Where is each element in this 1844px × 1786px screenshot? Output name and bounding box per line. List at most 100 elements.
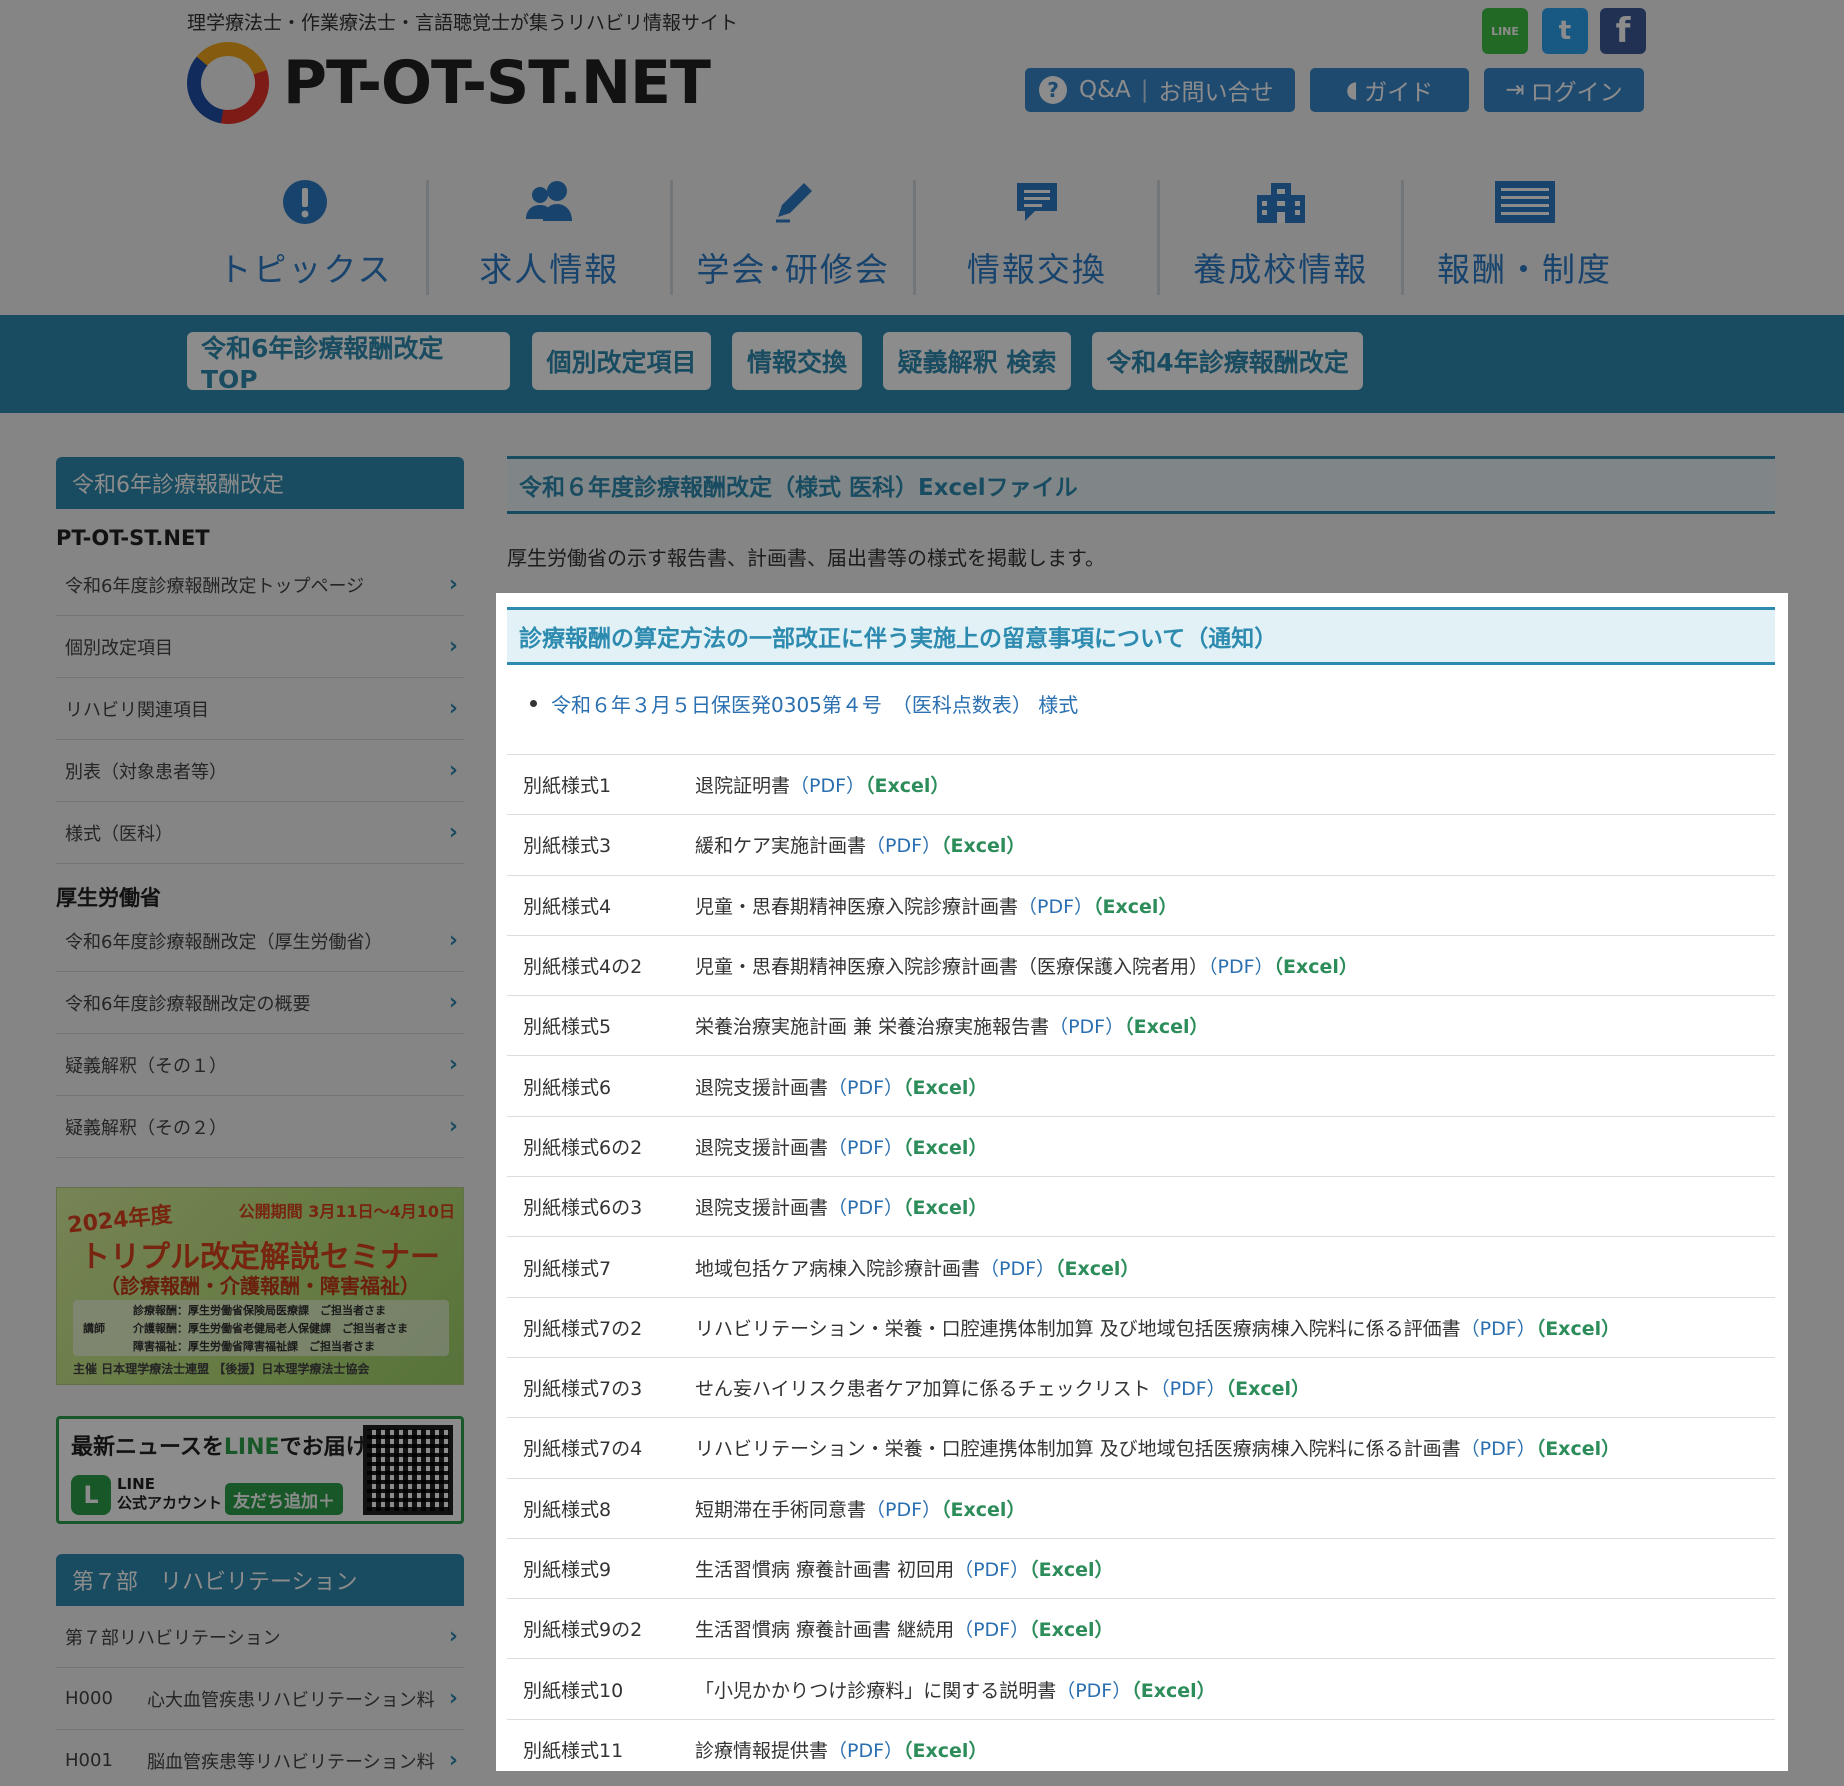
notice-link[interactable]: 令和６年３月５日保医発0305第４号 （医科点数表） 様式 bbox=[530, 689, 1078, 718]
guide-button[interactable]: ◖ ガイド bbox=[1310, 68, 1469, 112]
excel-link[interactable]: （Excel） bbox=[1536, 1318, 1620, 1340]
sidebar-link[interactable]: 令和6年度診療報酬改定トップページ › bbox=[56, 554, 464, 616]
excel-link[interactable]: （Excel） bbox=[903, 1137, 987, 1159]
guide-label: ガイド bbox=[1364, 80, 1434, 106]
subnav-individual-items[interactable]: 個別改定項目 bbox=[532, 332, 711, 390]
form-code: 別紙様式7の3 bbox=[523, 1378, 643, 1401]
pdf-link[interactable]: （PDF） bbox=[954, 1559, 1029, 1581]
pdf-link[interactable]: （PDF） bbox=[866, 835, 941, 857]
pdf-link[interactable]: （PDF） bbox=[1461, 1438, 1536, 1460]
subnav-info-exchange[interactable]: 情報交換 bbox=[732, 332, 862, 390]
pdf-link[interactable]: （PDF） bbox=[954, 1619, 1029, 1641]
line-share-icon[interactable]: LINE bbox=[1482, 8, 1528, 54]
excel-link[interactable]: （Excel） bbox=[865, 775, 949, 797]
pdf-link[interactable]: （PDF） bbox=[1208, 956, 1274, 978]
pdf-link[interactable]: （PDF） bbox=[866, 1499, 941, 1521]
table-row: 別紙様式9 生活習慣病 療養計画書 初回用（PDF）（Excel） bbox=[507, 1538, 1775, 1598]
subnav-qa-search[interactable]: 疑義解釈 検索 bbox=[883, 332, 1071, 390]
sidebar-link[interactable]: 疑義解釈（その１） › bbox=[56, 1034, 464, 1096]
pdf-link[interactable]: （PDF） bbox=[1461, 1318, 1536, 1340]
bullet-dot bbox=[530, 700, 537, 707]
form-name: せん妄ハイリスク患者ケア加算に係るチェックリスト bbox=[695, 1378, 1151, 1401]
login-button[interactable]: ⇥ ログイン bbox=[1484, 68, 1644, 112]
form-code: 別紙様式11 bbox=[523, 1740, 624, 1763]
sidebar-link[interactable]: 様式（医科） › bbox=[56, 802, 464, 864]
sidebar-section-title: 第７部 リハビリテーション bbox=[56, 1554, 464, 1606]
nav-topics[interactable]: トピックス bbox=[185, 180, 429, 295]
form-name: リハビリテーション・栄養・口腔連携体制加算 及び地域包括医療病棟入院料に係る計画… bbox=[695, 1438, 1461, 1461]
form-code: 別紙様式8 bbox=[523, 1498, 612, 1521]
table-row: 別紙様式7 地域包括ケア病棟入院診療計画書（PDF）（Excel） bbox=[507, 1236, 1775, 1297]
excel-link[interactable]: （Excel） bbox=[941, 835, 1025, 857]
excel-link[interactable]: （Excel） bbox=[1536, 1438, 1620, 1460]
subnav-r4-revision[interactable]: 令和4年診療報酬改定 bbox=[1092, 332, 1363, 390]
table-row: 別紙様式9の2 生活習慣病 療養計画書 継続用（PDF）（Excel） bbox=[507, 1598, 1775, 1659]
banner-lecturer-label: 講師 bbox=[83, 1322, 105, 1335]
seminar-banner[interactable]: 2024年度 公開期間 3月11日〜4月10日 トリプル改定解説セミナー （診療… bbox=[56, 1187, 464, 1385]
sidebar-link-code: H001 bbox=[65, 1750, 113, 1771]
nav-remuneration[interactable]: 報酬・制度 bbox=[1404, 180, 1645, 295]
pdf-link[interactable]: （PDF） bbox=[828, 1077, 903, 1099]
add-friend-button[interactable]: 友だち追加＋ bbox=[225, 1483, 343, 1515]
sidebar-link[interactable]: 第７部リハビリテーション › bbox=[56, 1606, 464, 1668]
pdf-link[interactable]: （PDF） bbox=[1056, 1680, 1131, 1702]
facebook-share-icon[interactable]: f bbox=[1600, 8, 1646, 54]
excel-link[interactable]: （Excel） bbox=[941, 1499, 1025, 1521]
line-logo-icon: L bbox=[71, 1475, 111, 1515]
excel-link[interactable]: （Excel） bbox=[1029, 1559, 1113, 1581]
subnav-r6-top[interactable]: 令和6年診療報酬改定TOP bbox=[187, 332, 510, 394]
logo-text: PT-OT-ST.NET bbox=[283, 48, 711, 118]
form-code: 別紙様式3 bbox=[523, 835, 612, 858]
excel-link[interactable]: （Excel） bbox=[903, 1077, 987, 1099]
sidebar-link-label: 疑義解釈（その２） bbox=[65, 1117, 227, 1139]
table-row: 別紙様式7の3 せん妄ハイリスク患者ケア加算に係るチェックリスト（PDF）（Exc… bbox=[507, 1357, 1775, 1417]
pdf-link[interactable]: （PDF） bbox=[1018, 896, 1093, 918]
sidebar-link[interactable]: H000 心大血管疾患リハビリテーション料 › bbox=[56, 1668, 464, 1730]
excel-link[interactable]: （Excel） bbox=[903, 1197, 987, 1219]
line-banner-title-b: でお届け bbox=[279, 1435, 368, 1460]
pdf-link[interactable]: （PDF） bbox=[828, 1740, 903, 1762]
banner-footer: 主催 日本理学療法士連盟 【後援】日本理学療法士協会 bbox=[73, 1362, 370, 1376]
nav-conferences[interactable]: 学会･研修会 bbox=[673, 180, 917, 295]
twitter-share-icon[interactable]: t bbox=[1542, 8, 1588, 54]
chevron-right-icon: › bbox=[448, 820, 458, 845]
table-row: 別紙様式6の3 退院支援計画書（PDF）（Excel） bbox=[507, 1176, 1775, 1237]
sidebar-link[interactable]: 疑義解釈（その２） › bbox=[56, 1096, 464, 1158]
chevron-right-icon: › bbox=[448, 1624, 458, 1649]
sub-nav: 令和6年診療報酬改定TOP 個別改定項目 情報交換 疑義解釈 検索 令和4年診療… bbox=[0, 315, 1844, 413]
sidebar-link-label: 令和6年度診療報酬改定（厚生労働省） bbox=[65, 931, 383, 953]
pdf-link[interactable]: （PDF） bbox=[828, 1137, 903, 1159]
excel-link[interactable]: （Excel） bbox=[1226, 1378, 1310, 1400]
form-name: 退院支援計画書 bbox=[695, 1136, 829, 1159]
line-banner-title: 最新ニュースをLINEでお届け bbox=[71, 1429, 368, 1461]
pdf-link[interactable]: （PDF） bbox=[828, 1197, 903, 1219]
sidebar-link[interactable]: リハビリ関連項目 › bbox=[56, 678, 464, 740]
table-row: 別紙様式7の4 リハビリテーション・栄養・口腔連携体制加算 及び地域包括医療病棟入… bbox=[507, 1417, 1775, 1478]
site-logo[interactable]: PT-OT-ST.NET bbox=[185, 40, 711, 126]
excel-link[interactable]: （Excel） bbox=[1093, 896, 1177, 918]
qa-contact-button[interactable]: ? Q&A | お問い合せ bbox=[1025, 68, 1295, 112]
excel-link[interactable]: （Excel） bbox=[1124, 1016, 1208, 1038]
pdf-link[interactable]: （PDF） bbox=[980, 1258, 1055, 1280]
excel-link[interactable]: （Excel） bbox=[1274, 956, 1358, 978]
sidebar-link[interactable]: H001 脳血管疾患等リハビリテーション料 › bbox=[56, 1730, 464, 1786]
excel-link[interactable]: （Excel） bbox=[1055, 1258, 1139, 1280]
chevron-right-icon: › bbox=[448, 1052, 458, 1077]
sidebar-link[interactable]: 別表（対象患者等） › bbox=[56, 740, 464, 802]
nav-info-exchange[interactable]: 情報交換 bbox=[916, 180, 1161, 295]
pdf-link[interactable]: （PDF） bbox=[1049, 1016, 1124, 1038]
sidebar-link[interactable]: 令和6年度診療報酬改定の概要 › bbox=[56, 972, 464, 1034]
banner-lecturers: 講師 診療報酬：厚生労働省保険局医療課 ご担当者さま 介護報酬：厚生労働省老健局… bbox=[73, 1300, 449, 1356]
pdf-link[interactable]: （PDF） bbox=[1151, 1378, 1226, 1400]
excel-link[interactable]: （Excel） bbox=[1131, 1680, 1215, 1702]
sidebar-link[interactable]: 個別改定項目 › bbox=[56, 616, 464, 678]
excel-link[interactable]: （Excel） bbox=[1029, 1619, 1113, 1641]
line-banner[interactable]: 最新ニュースをLINEでお届け L LINE 公式アカウント 友だち追加＋ bbox=[56, 1416, 464, 1524]
form-cell: 生活習慣病 療養計画書 初回用（PDF）（Excel） bbox=[695, 1538, 1775, 1598]
line-banner-title-a: 最新ニュースを bbox=[71, 1435, 224, 1460]
excel-link[interactable]: （Excel） bbox=[903, 1740, 987, 1762]
pdf-link[interactable]: （PDF） bbox=[790, 775, 865, 797]
sidebar-link[interactable]: 令和6年度診療報酬改定（厚生労働省） › bbox=[56, 910, 464, 972]
nav-schools[interactable]: 養成校情報 bbox=[1160, 180, 1405, 295]
nav-jobs[interactable]: 求人情報 bbox=[429, 180, 673, 295]
